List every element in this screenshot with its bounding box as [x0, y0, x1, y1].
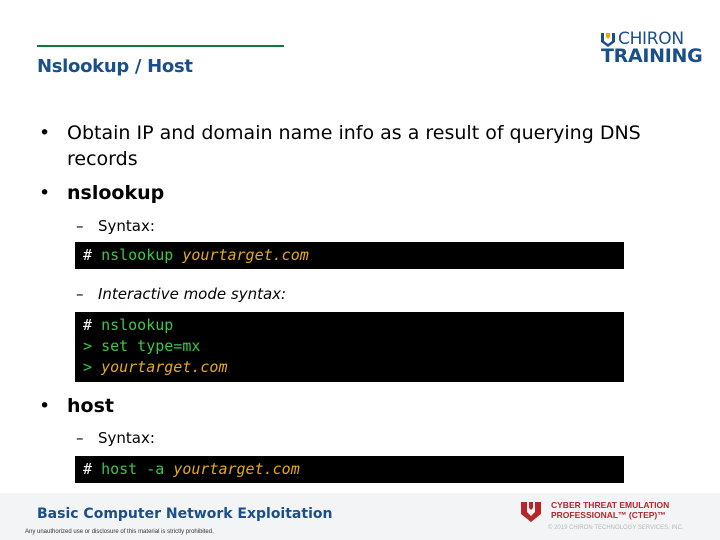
- bullet-dot: •: [39, 182, 51, 204]
- bullet-dot: •: [39, 122, 51, 144]
- logo-training-text: TRAINING: [601, 45, 703, 67]
- code-argument: yourtarget.com: [173, 460, 300, 478]
- ctep-line: CYBER THREAT EMULATION: [551, 500, 670, 510]
- code-argument: yourtarget.com: [182, 246, 309, 264]
- sub-item: – Syntax:: [76, 217, 155, 235]
- sub-text: Syntax:: [98, 217, 155, 235]
- code-block: # nslookup yourtarget.com: [75, 242, 624, 269]
- bullet-text: host: [67, 395, 114, 417]
- dash-marker: –: [76, 429, 84, 447]
- code-command: host -a: [101, 460, 165, 478]
- footer-notice: Any unauthorized use or disclosure of th…: [25, 529, 214, 535]
- code-command: nslookup: [101, 246, 174, 264]
- code-prompt: #: [83, 460, 93, 478]
- code-line: > set type=mx: [83, 336, 624, 357]
- sub-text: Syntax:: [98, 429, 155, 447]
- bullet-item: • host: [39, 393, 114, 419]
- code-block: # host -a yourtarget.com: [75, 456, 624, 483]
- code-line: # nslookup: [83, 315, 624, 336]
- code-prompt: #: [83, 316, 93, 334]
- code-command: set type=mx: [101, 337, 201, 355]
- code-prompt: >: [83, 337, 93, 355]
- code-command: nslookup: [101, 316, 174, 334]
- bullet-text: Obtain IP and domain name info as a resu…: [67, 122, 641, 170]
- dash-marker: –: [76, 217, 84, 235]
- footer-title: Basic Computer Network Exploitation: [37, 506, 333, 522]
- bullet-item: • nslookup: [39, 180, 165, 206]
- bullet-dot: •: [39, 395, 51, 417]
- ctep-shield-icon: [521, 502, 541, 522]
- code-line: > yourtarget.com: [83, 357, 624, 378]
- dash-marker: –: [76, 285, 84, 303]
- copyright-text: © 2019 CHIRON TECHNOLOGY SERVICES, INC.: [548, 525, 684, 531]
- code-prompt: >: [83, 358, 93, 376]
- code-argument: yourtarget.com: [101, 358, 228, 376]
- bullet-item: • Obtain IP and domain name info as a re…: [39, 120, 687, 172]
- ctep-name: CYBER THREAT EMULATION PROFESSIONAL™ (CT…: [551, 500, 711, 520]
- chiron-training-logo: CHIRON TRAINING: [600, 29, 703, 67]
- code-prompt: #: [83, 246, 93, 264]
- title-rule: [37, 45, 284, 47]
- ctep-line: PROFESSIONAL™ (CTEP)™: [551, 510, 666, 520]
- sub-text: Interactive mode syntax:: [98, 285, 287, 303]
- sub-item: – Interactive mode syntax:: [76, 285, 287, 303]
- sub-item: – Syntax:: [76, 429, 155, 447]
- slide-title: Nslookup / Host: [37, 56, 193, 77]
- bullet-text: nslookup: [67, 182, 165, 204]
- code-block: # nslookup > set type=mx > yourtarget.co…: [75, 312, 624, 382]
